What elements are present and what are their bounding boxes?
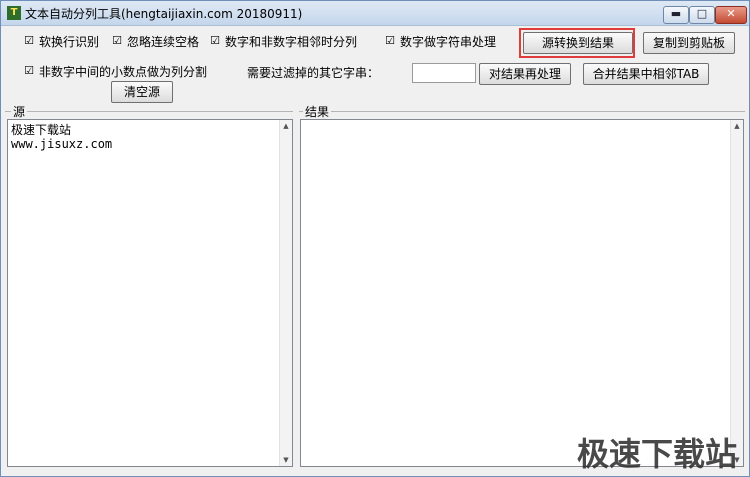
source-text: 极速下载站 www.jisuxz.com [11,123,113,151]
checkbox-decimal-split[interactable]: ☑ 非数字中间的小数点做为列分割 [23,63,207,79]
copy-clipboard-button[interactable]: 复制到剪贴板 [643,32,735,54]
source-label: 源 [11,103,28,120]
reprocess-button[interactable]: 对结果再处理 [479,63,571,85]
checkbox-soft-wrap[interactable]: ☑ 软换行识别 [23,33,99,49]
checkbox-checked-icon: ☑ [24,64,34,77]
result-textarea[interactable]: ▲ ▼ [300,119,744,467]
checkbox-label: 数字和非数字相邻时分列 [225,34,358,49]
checkbox-checked-icon: ☑ [385,34,395,47]
checkbox-digit-as-string[interactable]: ☑ 数字做字符串处理 [384,33,496,49]
title-bar: T 文本自动分列工具(hengtaijiaxin.com 20180911) ▬… [1,1,749,26]
app-icon: T [7,6,21,20]
scroll-up-icon[interactable]: ▲ [280,120,292,132]
checkbox-label: 软换行识别 [39,34,100,49]
checkbox-checked-icon: ☑ [210,34,220,47]
source-textarea[interactable]: 极速下载站 www.jisuxz.com ▲ ▼ [7,119,293,467]
scroll-up-icon[interactable]: ▲ [731,120,743,132]
checkbox-checked-icon: ☑ [24,34,34,47]
merge-tab-button[interactable]: 合并结果中相邻TAB [583,63,709,85]
checkbox-checked-icon: ☑ [112,34,122,47]
filter-input[interactable] [412,63,476,83]
source-scrollbar[interactable]: ▲ ▼ [279,120,292,466]
close-button[interactable]: ✕ [715,6,747,24]
maximize-button[interactable]: □ [689,6,715,24]
filter-label: 需要过滤掉的其它字串： [247,66,380,80]
checkbox-label: 数字做字符串处理 [400,34,497,49]
scroll-down-icon[interactable]: ▼ [280,454,292,466]
minimize-button[interactable]: ▬ [663,6,689,24]
checkbox-ignore-spaces[interactable]: ☑ 忽略连续空格 [111,33,199,49]
watermark: 极速下载站 [577,435,738,473]
window-title: 文本自动分列工具(hengtaijiaxin.com 20180911) [25,7,303,21]
checkbox-label: 忽略连续空格 [127,34,200,49]
checkbox-split-digit-nondigit[interactable]: ☑ 数字和非数字相邻时分列 [209,33,357,49]
source-divider [5,111,293,112]
checkbox-label: 非数字中间的小数点做为列分割 [39,64,208,79]
clear-source-button[interactable]: 清空源 [111,81,173,103]
app-window: T 文本自动分列工具(hengtaijiaxin.com 20180911) ▬… [0,0,750,477]
convert-button[interactable]: 源转换到结果 [523,32,633,54]
result-divider [299,111,745,112]
result-label: 结果 [303,103,332,120]
result-scrollbar[interactable]: ▲ ▼ [730,120,743,466]
